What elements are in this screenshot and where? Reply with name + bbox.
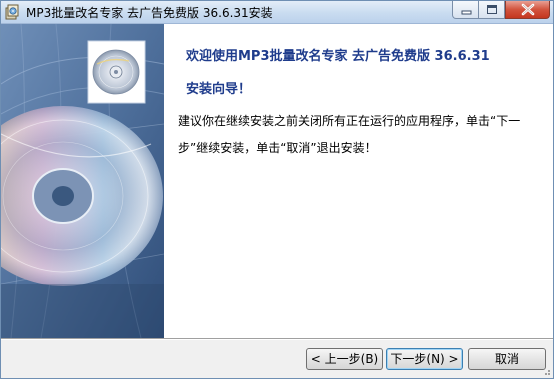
installer-icon[interactable]: [5, 4, 21, 20]
footer-divider: [1, 338, 553, 340]
back-button[interactable]: < 上一步(B): [306, 348, 383, 370]
close-button[interactable]: [505, 1, 550, 19]
instructions-text: 建议你在继续安装之前关闭所有正在运行的应用程序，单击“下一步”继续安装，单击“取…: [178, 114, 521, 155]
resize-grip-icon[interactable]: [541, 366, 551, 376]
side-banner: [1, 24, 164, 338]
wizard-subtitle: 安装向导！: [186, 82, 252, 97]
window-title: MP3批量改名专家 去广告免费版 36.6.31安装: [26, 6, 273, 20]
cd-disc-image: [1, 24, 164, 338]
maximize-button[interactable]: [479, 1, 505, 19]
next-button[interactable]: 下一步(N) >: [386, 348, 463, 370]
wizard-content: 欢迎使用MP3批量改名专家 去广告免费版 36.6.31 安装向导！ 建议你在继…: [164, 24, 553, 338]
installer-window: MP3批量改名专家 去广告免费版 36.6.31安装 欢迎使用MP3批量改名专家…: [0, 0, 554, 379]
title-bar[interactable]: MP3批量改名专家 去广告免费版 36.6.31安装: [1, 1, 553, 24]
maximize-icon: [487, 5, 497, 14]
cancel-button[interactable]: 取消: [468, 348, 546, 370]
welcome-title: 欢迎使用MP3批量改名专家 去广告免费版 36.6.31: [186, 49, 490, 64]
minimize-icon: [461, 10, 472, 15]
minimize-button[interactable]: [452, 1, 479, 19]
close-icon: [521, 3, 535, 16]
